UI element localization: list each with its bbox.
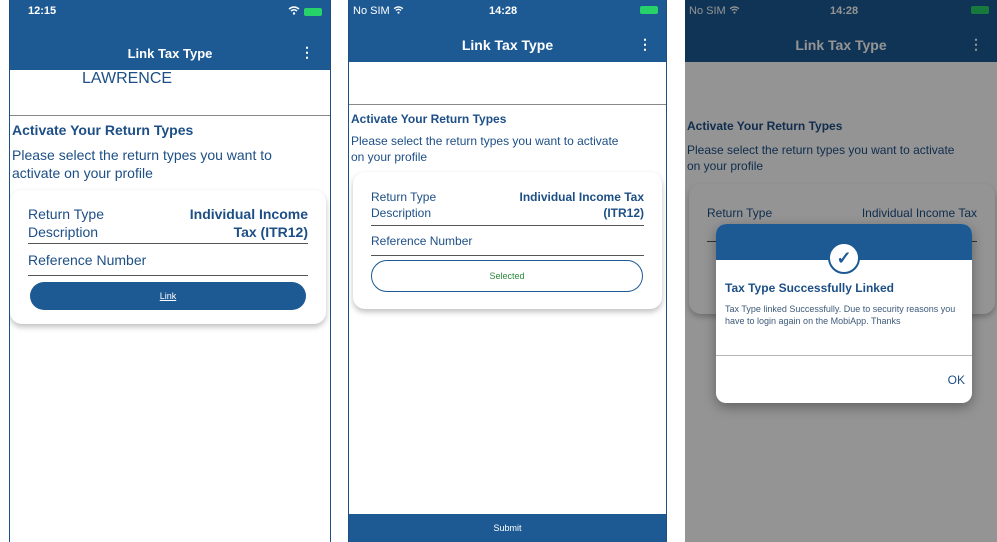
phone-screen-link-tax-type: 12:15 Link Tax Type ⋮ LAWRENCE Activate …: [9, 0, 331, 542]
divider: [10, 115, 330, 116]
dialog-message: Tax Type linked Successfully. Due to sec…: [725, 304, 956, 326]
screenshot-collage: 12:15 Link Tax Type ⋮ LAWRENCE Activate …: [0, 0, 997, 542]
phone-screen-selected: No SIM 14:28 Link Tax Type ⋮ Activate Yo…: [348, 0, 667, 542]
return-type-value-line2: Tax (ITR12): [233, 224, 308, 240]
link-button[interactable]: Link: [30, 282, 306, 310]
kebab-menu-icon[interactable]: ⋮: [638, 36, 652, 53]
section-description: Please select the return types you want …: [12, 147, 272, 181]
ok-button[interactable]: OK: [948, 373, 965, 387]
return-type-row: Return Type Description Individual Incom…: [371, 188, 644, 226]
status-carrier: No SIM: [353, 5, 404, 17]
reference-number-row: Reference Number: [371, 230, 644, 256]
return-type-card: Return Type Description Individual Incom…: [353, 172, 662, 309]
submit-button[interactable]: Submit: [349, 514, 666, 542]
section-title: Activate Your Return Types: [351, 112, 507, 126]
reference-number-row: Reference Number: [28, 248, 308, 276]
return-type-label: Return Type: [371, 190, 437, 204]
status-time: 14:28: [489, 5, 518, 17]
phone-screen-success-dialog: No SIM 14:28 Link Tax Type ⋮ Activate Yo…: [685, 0, 997, 542]
status-time: 12:15: [28, 5, 57, 17]
page-title: Link Tax Type: [127, 46, 213, 61]
description-label: Description: [371, 206, 432, 220]
success-dialog: ✓ Tax Type Successfully Linked Tax Type …: [716, 224, 972, 403]
status-icons: [640, 6, 658, 14]
dialog-title: Tax Type Successfully Linked: [725, 281, 894, 295]
section-description: Please select the return types you want …: [351, 134, 619, 164]
return-type-row: Return Type Description Individual Incom…: [28, 204, 308, 244]
page-title: Link Tax Type: [461, 37, 554, 53]
user-name: LAWRENCE: [82, 70, 173, 87]
return-type-value-line1: Individual Income Tax: [519, 190, 644, 204]
reference-number-label: Reference Number: [371, 234, 473, 248]
battery-icon: [640, 6, 658, 14]
checkmark-icon: ✓: [828, 242, 860, 274]
app-header: No SIM 14:28 Link Tax Type ⋮: [349, 0, 666, 62]
status-icons: [288, 6, 322, 18]
wifi-icon: [393, 6, 404, 14]
selected-button[interactable]: Selected: [371, 260, 643, 292]
kebab-menu-icon[interactable]: ⋮: [300, 44, 314, 61]
app-header: 12:15 Link Tax Type ⋮: [10, 0, 330, 70]
divider: [349, 104, 666, 105]
return-type-card: Return Type Description Individual Incom…: [10, 190, 326, 324]
return-type-value-line2: (ITR12): [603, 206, 644, 220]
battery-icon: [304, 8, 322, 16]
reference-number-label: Reference Number: [28, 252, 147, 268]
description-label: Description: [28, 224, 99, 240]
section-title: Activate Your Return Types: [12, 122, 194, 138]
wifi-icon: [288, 6, 300, 18]
return-type-value-line1: Individual Income: [189, 206, 308, 222]
dialog-divider: [716, 355, 972, 356]
return-type-label: Return Type: [28, 206, 105, 222]
